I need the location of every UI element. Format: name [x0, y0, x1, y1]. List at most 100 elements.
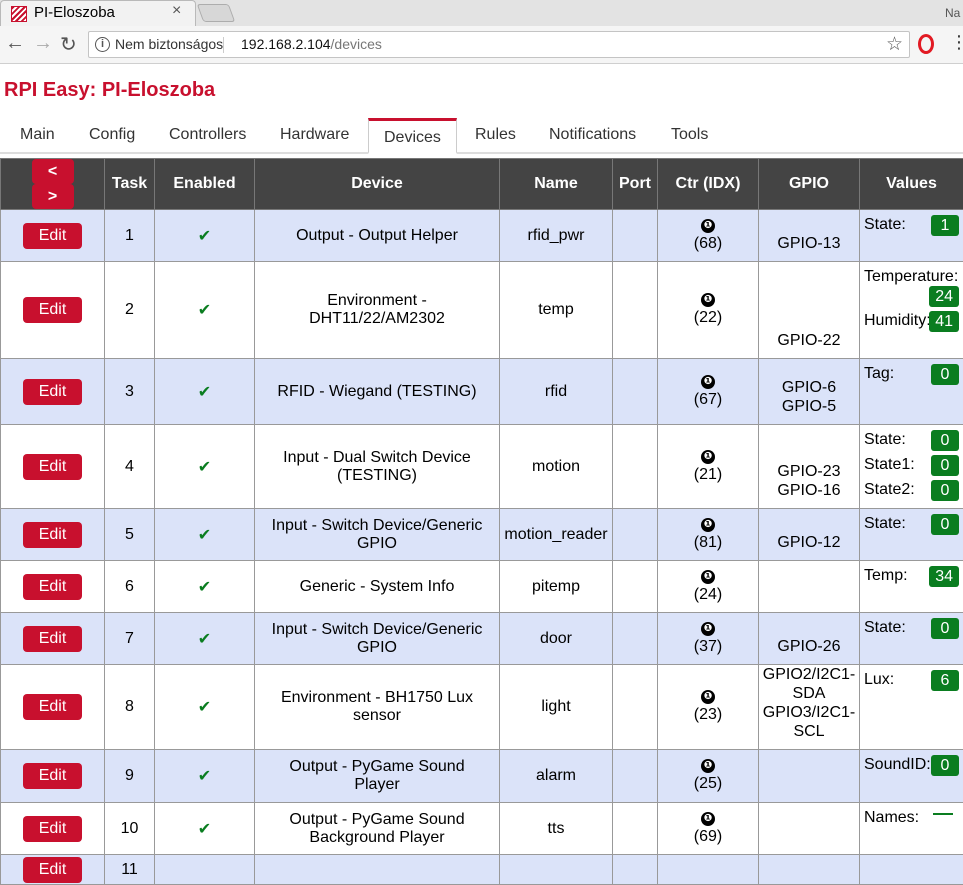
- tab-close-icon[interactable]: ×: [172, 2, 181, 20]
- task-number: 2: [105, 262, 155, 359]
- controller-idx: (25): [694, 775, 722, 792]
- edit-button[interactable]: Edit: [23, 454, 82, 480]
- profile-name[interactable]: Na: [945, 6, 960, 20]
- edit-button[interactable]: Edit: [23, 522, 82, 548]
- page-title: RPI Easy: PI-Eloszoba: [4, 79, 215, 102]
- tab-tools[interactable]: Tools: [671, 126, 708, 144]
- device-name: tts: [500, 803, 613, 855]
- tab-devices[interactable]: Devices: [368, 118, 457, 154]
- edit-button[interactable]: Edit: [23, 223, 82, 249]
- task-number: 10: [105, 803, 155, 855]
- gpio-cell: GPIO-6GPIO-5: [759, 359, 860, 425]
- device-port: [613, 750, 658, 803]
- url-host: 192.168.2.104: [241, 36, 331, 52]
- address-bar[interactable]: i Nem biztonságos 192.168.2.104/devices …: [88, 31, 910, 58]
- value-label: Names:: [864, 808, 919, 828]
- gpio-cell: [759, 803, 860, 855]
- gpio-pin: GPIO3/I2C1-SCL: [759, 703, 859, 741]
- controller-idx-cell: ❶(21): [658, 425, 759, 509]
- controller-1-icon: ❶: [701, 518, 715, 532]
- value-row: State2:0: [864, 477, 959, 502]
- device-port: [613, 803, 658, 855]
- controller-1-icon: ❶: [701, 622, 715, 636]
- enabled-check-icon: ✔: [198, 228, 211, 245]
- device-name: pitemp: [500, 561, 613, 613]
- device-type: Input - Switch Device/Generic GPIO: [255, 509, 500, 561]
- header-values: Values: [860, 159, 963, 210]
- controller-1-icon: ❶: [701, 759, 715, 773]
- value-label: State:: [864, 618, 906, 638]
- table-row: Edit7✔Input - Switch Device/Generic GPIO…: [1, 613, 963, 665]
- info-icon[interactable]: i: [95, 37, 110, 52]
- tab-hardware[interactable]: Hardware: [280, 126, 349, 144]
- next-page-button[interactable]: >: [32, 184, 74, 209]
- edit-button[interactable]: Edit: [23, 816, 82, 842]
- edit-button[interactable]: Edit: [23, 857, 82, 883]
- value-label: State:: [864, 514, 906, 534]
- edit-button[interactable]: Edit: [23, 694, 82, 720]
- table-header-row: <> Task Enabled Device Name Port Ctr (ID…: [1, 159, 963, 210]
- new-tab-button[interactable]: [197, 4, 236, 22]
- table-row: Edit4✔Input - Dual Switch Device (TESTIN…: [1, 425, 963, 509]
- gpio-cell: [759, 750, 860, 803]
- device-name: alarm: [500, 750, 613, 803]
- gpio-pin: GPIO-23: [759, 462, 859, 481]
- value-row: State:0: [864, 615, 959, 640]
- edit-button[interactable]: Edit: [23, 626, 82, 652]
- site-favicon-icon: [11, 6, 27, 22]
- controller-idx-cell: ❶(37): [658, 613, 759, 665]
- gpio-cell: GPIO2/I2C1-SDAGPIO3/I2C1-SCL: [759, 665, 860, 750]
- task-number: 11: [105, 855, 155, 885]
- gpio-pin: GPIO-13: [759, 234, 859, 253]
- gpio-pin: GPIO-6: [759, 378, 859, 397]
- gpio-pin: GPIO-16: [759, 481, 859, 500]
- back-arrow-icon[interactable]: ←: [5, 32, 25, 55]
- tab-rules[interactable]: Rules: [475, 126, 516, 144]
- edit-button[interactable]: Edit: [23, 379, 82, 405]
- values-cell: [860, 855, 963, 885]
- table-row: Edit2✔Environment - DHT11/22/AM2302temp❶…: [1, 262, 963, 359]
- enabled-check-icon: ✔: [198, 631, 211, 648]
- enabled-check-icon: ✔: [198, 302, 211, 319]
- value-row: Names:: [864, 805, 959, 830]
- header-port: Port: [613, 159, 658, 210]
- task-number: 3: [105, 359, 155, 425]
- edit-button[interactable]: Edit: [23, 763, 82, 789]
- controller-idx-cell: ❶(81): [658, 509, 759, 561]
- gpio-pin: GPIO-22: [759, 331, 859, 350]
- security-label[interactable]: Nem biztonságos: [115, 36, 223, 52]
- gpio-cell: GPIO-12: [759, 509, 860, 561]
- controller-idx-cell: ❶(24): [658, 561, 759, 613]
- task-number: 1: [105, 210, 155, 262]
- enabled-cell: ✔: [155, 613, 255, 665]
- edit-button[interactable]: Edit: [23, 297, 82, 323]
- value-label: State:: [864, 215, 906, 235]
- table-row: Edit1✔Output - Output Helperrfid_pwr❶(68…: [1, 210, 963, 262]
- device-type: [255, 855, 500, 885]
- controller-1-icon: ❶: [701, 293, 715, 307]
- devices-table: <> Task Enabled Device Name Port Ctr (ID…: [0, 158, 963, 885]
- edit-button[interactable]: Edit: [23, 574, 82, 600]
- bookmark-star-icon[interactable]: ☆: [886, 33, 903, 56]
- tab-config[interactable]: Config: [89, 126, 135, 144]
- edit-cell: Edit: [1, 210, 105, 262]
- controller-idx: (24): [694, 586, 722, 603]
- value-label: Tag:: [864, 364, 894, 384]
- browser-menu-icon[interactable]: ⋮: [950, 32, 963, 53]
- url-text[interactable]: 192.168.2.104/devices: [241, 36, 382, 52]
- tab-controllers[interactable]: Controllers: [169, 126, 246, 144]
- tab-notifications[interactable]: Notifications: [549, 126, 636, 144]
- values-cell: State:1: [860, 210, 963, 262]
- reload-icon[interactable]: ↻: [60, 32, 77, 57]
- controller-1-icon: ❶: [701, 375, 715, 389]
- opera-icon[interactable]: [918, 34, 934, 54]
- enabled-check-icon: ✔: [198, 527, 211, 544]
- browser-tab[interactable]: PI-Eloszoba ×: [0, 0, 196, 26]
- edit-cell: Edit: [1, 855, 105, 885]
- prev-page-button[interactable]: <: [32, 159, 74, 184]
- enabled-cell: ✔: [155, 803, 255, 855]
- enabled-cell: ✔: [155, 665, 255, 750]
- forward-arrow-icon[interactable]: →: [33, 32, 53, 55]
- enabled-cell: ✔: [155, 210, 255, 262]
- tab-main[interactable]: Main: [20, 126, 55, 144]
